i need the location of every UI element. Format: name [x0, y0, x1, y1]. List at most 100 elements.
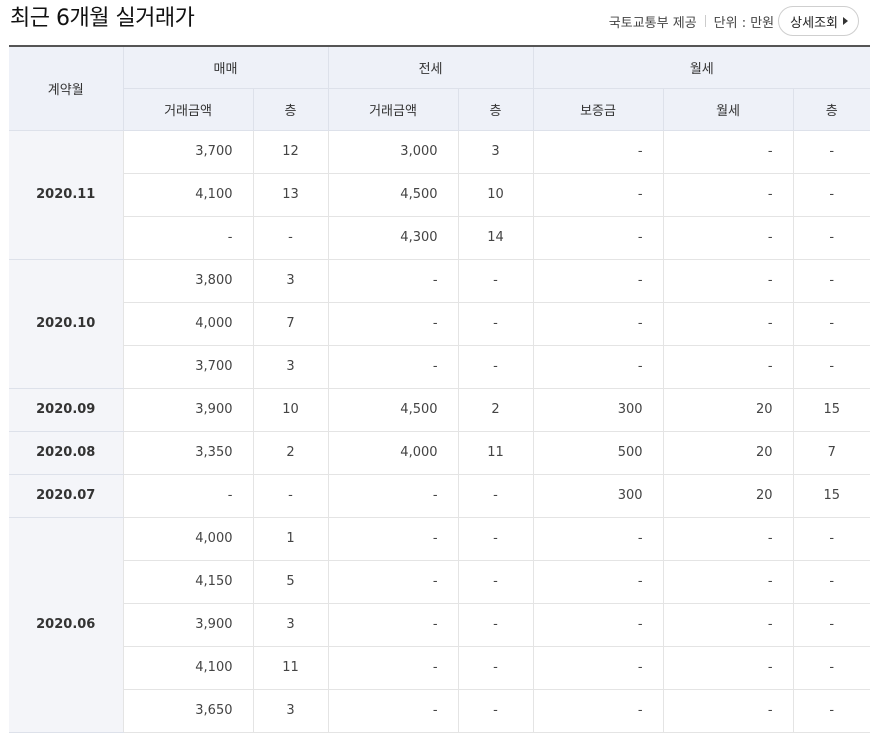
jeonse-floor-cell: -	[457, 689, 534, 733]
table-row: 2020.10 3,800 3- - - - -	[9, 259, 871, 389]
data-source-label: 국토교통부 제공	[608, 15, 697, 31]
deposit-cell: -	[532, 603, 664, 647]
deposit-cell: 300	[532, 474, 664, 518]
detail-view-button[interactable]: 상세조회	[778, 6, 859, 36]
deposit-cell: -	[532, 173, 664, 217]
meta-divider	[704, 15, 706, 27]
sale-floor-cell: -	[252, 474, 329, 518]
table-row: 2020.09 3,900 10 4,500 2 300 20 15	[9, 388, 871, 432]
jeonse-floor-cell: 3	[457, 130, 534, 174]
deposit-cell: -	[532, 345, 664, 389]
deposit-cell: 500	[532, 431, 664, 475]
sale-floor-cell: -	[252, 216, 329, 260]
sale-price-cell: -	[122, 474, 253, 518]
jeonse-floor-cell: -	[457, 560, 534, 604]
sale-price-cell: 3,800	[122, 259, 253, 303]
monthly-rent-cell: 20	[662, 431, 794, 475]
sale-floor-cell: 1	[252, 517, 329, 561]
deposit-cell: -	[532, 259, 664, 303]
jeonse-floor-cell: 2	[457, 388, 534, 432]
jeonse-floor-cell: 11	[457, 431, 534, 475]
monthly-rent-group-header: 월세	[532, 45, 871, 89]
monthly-rent-cell: -	[662, 130, 794, 174]
monthly-rent-cell: -	[662, 517, 794, 561]
sale-floor-cell: 5	[252, 560, 329, 604]
rent-floor-cell: -	[792, 259, 871, 303]
rent-floor-cell: -	[792, 302, 871, 346]
table-row: 3,700 3- - - - -	[9, 345, 871, 389]
jeonse-price-cell: -	[327, 517, 459, 561]
jeonse-price-cell: 4,300	[327, 216, 459, 260]
sale-price-cell: 4,000	[122, 517, 253, 561]
rent-floor-cell: -	[792, 216, 871, 260]
jeonse-price-cell: -	[327, 603, 459, 647]
deposit-cell: -	[532, 216, 664, 260]
jeonse-price-cell: -	[327, 474, 459, 518]
panel-header: 최근 6개월 실거래가 국토교통부 제공 단위 : 만원 상세조회	[0, 0, 873, 46]
rent-floor-cell: 15	[792, 388, 871, 432]
monthly-rent-cell: -	[662, 560, 794, 604]
jeonse-floor-cell: -	[457, 345, 534, 389]
monthly-rent-cell: -	[662, 345, 794, 389]
table-row: 2020.07- - - -300 20 15	[9, 474, 871, 518]
monthly-rent-cell: 20	[662, 388, 794, 432]
contract-month-cell: 2020.06	[9, 517, 123, 733]
sale-floor-cell: 3	[252, 259, 329, 303]
jeonse-floor-cell: 10	[457, 173, 534, 217]
jeonse-price-cell: 4,500	[327, 388, 459, 432]
sale-price-header: 거래금액	[122, 88, 253, 131]
rent-floor-cell: -	[792, 130, 871, 174]
sale-floor-cell: 3	[252, 345, 329, 389]
transaction-table: 계약월 매매 전세 월세 거래금액 층 거래금액 층 보증금 월세 층 2020…	[9, 45, 871, 733]
monthly-rent-cell: -	[662, 646, 794, 690]
rent-floor-header: 층	[792, 88, 871, 131]
monthly-rent-header: 월세	[662, 88, 794, 131]
sale-price-cell: 3,650	[122, 689, 253, 733]
sale-price-cell: 3,350	[122, 431, 253, 475]
jeonse-price-cell: -	[327, 689, 459, 733]
monthly-rent-cell: -	[662, 689, 794, 733]
jeonse-price-cell: -	[327, 345, 459, 389]
jeonse-price-cell: -	[327, 646, 459, 690]
table-row: 4,100 13 4,500 10- - -	[9, 173, 871, 217]
sale-price-cell: 3,700	[122, 345, 253, 389]
table-header-row: 계약월 매매 전세 월세	[9, 45, 871, 131]
table-row: 3,900 3- - - - -	[9, 603, 871, 647]
jeonse-price-cell: 4,000	[327, 431, 459, 475]
sale-floor-cell: 2	[252, 431, 329, 475]
sale-price-cell: 4,100	[122, 173, 253, 217]
sale-group-header: 매매	[122, 45, 329, 89]
rent-floor-cell: -	[792, 345, 871, 389]
monthly-rent-cell: -	[662, 173, 794, 217]
contract-month-cell: 2020.09	[9, 388, 123, 432]
page-title: 최근 6개월 실거래가	[10, 6, 195, 31]
real-transaction-panel: 최근 6개월 실거래가 국토교통부 제공 단위 : 만원 상세조회 계약월 매매…	[0, 0, 873, 742]
rent-floor-cell: -	[792, 603, 871, 647]
monthly-rent-cell: -	[662, 302, 794, 346]
deposit-cell: -	[532, 646, 664, 690]
sale-floor-cell: 7	[252, 302, 329, 346]
rent-floor-cell: -	[792, 560, 871, 604]
sale-floor-cell: 11	[252, 646, 329, 690]
caret-right-icon	[843, 17, 848, 25]
rent-floor-cell: 15	[792, 474, 871, 518]
sale-price-cell: 3,700	[122, 130, 253, 174]
sale-floor-cell: 3	[252, 603, 329, 647]
sale-floor-cell: 10	[252, 388, 329, 432]
jeonse-floor-cell: -	[457, 517, 534, 561]
contract-month-cell: 2020.08	[9, 431, 123, 475]
rent-floor-cell: 7	[792, 431, 871, 475]
table-row: 2020.08 3,350 2 4,000 11 500 20 7	[9, 431, 871, 475]
rent-floor-cell: -	[792, 689, 871, 733]
table-row: 4,150 5- - - - -	[9, 560, 871, 604]
sale-price-cell: 4,000	[122, 302, 253, 346]
sale-price-cell: 3,900	[122, 603, 253, 647]
sale-floor-cell: 13	[252, 173, 329, 217]
sale-price-cell: 3,900	[122, 388, 253, 432]
jeonse-floor-cell: -	[457, 302, 534, 346]
sale-price-cell: 4,100	[122, 646, 253, 690]
jeonse-floor-cell: -	[457, 646, 534, 690]
unit-label: 단위 : 만원	[713, 15, 775, 31]
deposit-cell: -	[532, 517, 664, 561]
table-body: 2020.11 3,700 12 3,000 3- - -4,100 13 4,500 10- - -…	[9, 130, 871, 733]
